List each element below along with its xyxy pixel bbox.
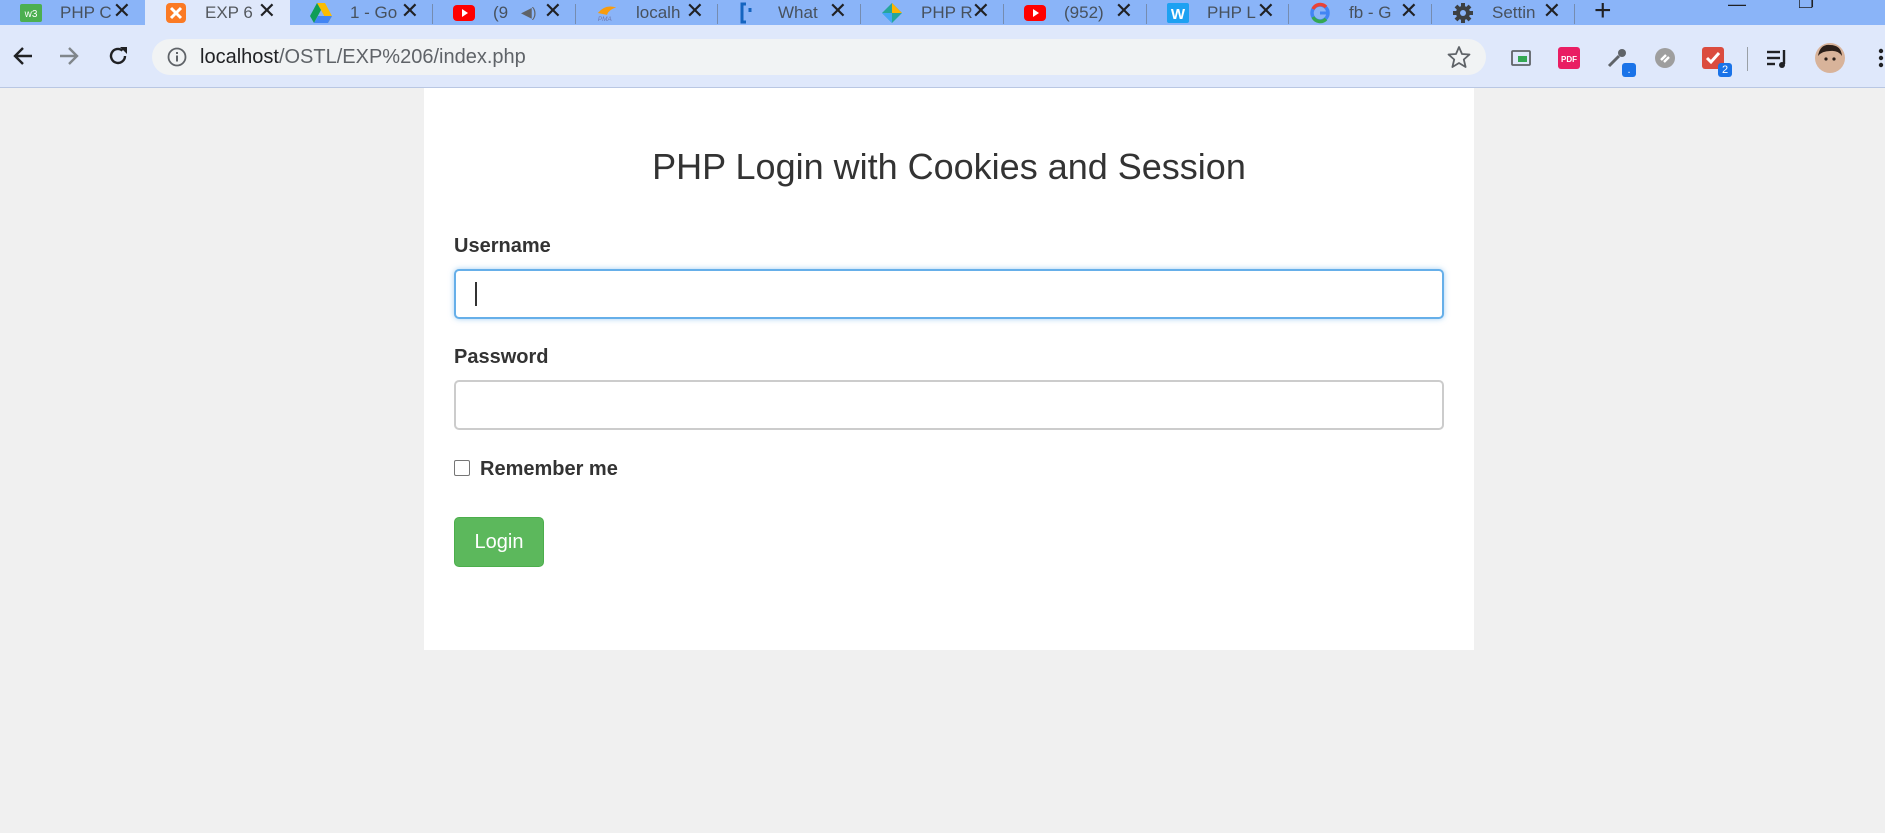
tab-title: fb - G xyxy=(1349,2,1392,22)
close-icon[interactable]: ✕ xyxy=(113,0,131,24)
tab-title: PHP C xyxy=(60,2,112,22)
close-icon[interactable]: ✕ xyxy=(258,0,276,24)
browser-toolbar: localhost/OSTL/EXP%206/index.php PDF . 2 xyxy=(0,25,1885,88)
speaker-icon[interactable]: ◀) xyxy=(521,4,536,21)
playlist-icon[interactable] xyxy=(1764,45,1790,71)
svg-text:w3: w3 xyxy=(24,9,38,20)
close-icon[interactable]: ✕ xyxy=(1400,0,1418,24)
password-input[interactable] xyxy=(454,380,1444,430)
toolbar-separator xyxy=(1747,47,1748,71)
menu-dots-icon[interactable] xyxy=(1868,45,1885,71)
page-title: PHP Login with Cookies and Session xyxy=(652,146,1246,187)
password-label: Password xyxy=(454,346,549,368)
reload-icon[interactable] xyxy=(103,41,133,71)
close-icon[interactable]: ✕ xyxy=(1115,0,1133,24)
username-label: Username xyxy=(454,235,551,257)
new-tab-plus-icon[interactable]: + xyxy=(1594,0,1612,25)
extension-badge: . xyxy=(1622,63,1636,77)
youtube-icon xyxy=(1024,2,1046,24)
tab-youtube-2[interactable]: (952) ✕ xyxy=(1004,0,1147,25)
text-caret xyxy=(475,282,477,306)
close-icon[interactable]: ✕ xyxy=(401,0,419,24)
remember-me-row[interactable]: Remember me xyxy=(454,458,618,481)
xampp-icon xyxy=(165,2,187,24)
tab-title: (9 xyxy=(493,2,509,22)
close-icon[interactable]: ✕ xyxy=(1257,0,1275,24)
tab-youtube-1[interactable]: (9 ◀) ✕ xyxy=(433,0,576,25)
restore-icon[interactable]: ❐ xyxy=(1798,0,1814,13)
tab-title: (952) xyxy=(1064,2,1104,22)
eyedropper-icon[interactable]: . xyxy=(1604,45,1636,77)
wordpress-icon: W xyxy=(1167,2,1189,24)
todoist-icon[interactable]: 2 xyxy=(1700,45,1732,77)
tab-phpmyadmin[interactable]: PMA localh ✕ xyxy=(576,0,718,25)
tab-what[interactable]: What ✕ xyxy=(718,0,861,25)
username-input[interactable] xyxy=(454,269,1444,319)
back-icon[interactable] xyxy=(8,41,38,71)
close-icon[interactable]: ✕ xyxy=(544,0,562,24)
clipper-icon[interactable] xyxy=(1652,45,1678,71)
tab-google-drive[interactable]: 1 - Go ✕ xyxy=(290,0,433,25)
close-icon[interactable]: ✕ xyxy=(686,0,704,24)
tab-title: localh xyxy=(636,2,681,22)
remember-me-label[interactable]: Remember me xyxy=(480,458,618,481)
tab-strip: w3 PHP C ✕ EXP 6 ✕ 1 - Go ✕ (9 ◀) ✕ PMA … xyxy=(0,0,1885,25)
google-icon xyxy=(1309,2,1331,24)
login-panel: PHP Login with Cookies and Session Usern… xyxy=(424,88,1474,650)
forward-icon[interactable] xyxy=(54,41,84,71)
bracket-icon xyxy=(738,2,760,24)
tab-title: Settin xyxy=(1492,2,1536,22)
tab-title: PHP L xyxy=(1207,2,1256,22)
close-icon[interactable]: ✕ xyxy=(829,0,847,24)
url-text[interactable]: localhost/OSTL/EXP%206/index.php xyxy=(200,46,526,69)
close-icon[interactable]: ✕ xyxy=(1543,0,1561,24)
minimize-icon[interactable]: — xyxy=(1728,0,1746,15)
tab-php-r[interactable]: PHP R ✕ xyxy=(861,0,1004,25)
remember-me-checkbox[interactable] xyxy=(454,459,470,476)
avatar-icon[interactable] xyxy=(1813,41,1847,75)
tab-separator xyxy=(1574,4,1575,24)
gear-icon xyxy=(1452,2,1474,24)
pdf-icon[interactable]: PDF xyxy=(1556,45,1582,71)
address-bar[interactable]: localhost/OSTL/EXP%206/index.php xyxy=(152,39,1486,75)
url-host: localhost xyxy=(200,45,279,68)
login-button[interactable]: Login xyxy=(454,517,544,567)
info-icon[interactable] xyxy=(166,46,188,68)
phpmyadmin-icon: PMA xyxy=(596,2,618,24)
tab-google-search[interactable]: fb - G ✕ xyxy=(1289,0,1432,25)
tab-title: What xyxy=(778,2,818,22)
youtube-icon xyxy=(453,2,475,24)
svg-text:PMA: PMA xyxy=(598,16,612,23)
tab-title: PHP R xyxy=(921,2,973,22)
url-path: /OSTL/EXP%206/index.php xyxy=(278,45,526,68)
tab-title: EXP 6 xyxy=(205,2,253,22)
svg-text:W: W xyxy=(1171,6,1186,23)
bookmark-star-icon[interactable] xyxy=(1446,44,1472,70)
tab-php-c[interactable]: w3 PHP C ✕ xyxy=(0,0,145,25)
kite-icon xyxy=(881,2,903,24)
tab-settings[interactable]: Settin ✕ xyxy=(1432,0,1575,25)
tab-php-l[interactable]: W PHP L ✕ xyxy=(1147,0,1289,25)
svg-text:PDF: PDF xyxy=(1561,55,1577,64)
close-icon[interactable]: ✕ xyxy=(972,0,990,24)
tab-exp-6[interactable]: EXP 6 ✕ xyxy=(145,0,290,25)
cast-icon[interactable] xyxy=(1508,45,1534,71)
w3schools-icon: w3 xyxy=(20,2,42,24)
extension-badge: 2 xyxy=(1718,63,1732,77)
tab-title: 1 - Go xyxy=(350,2,398,22)
google-drive-icon xyxy=(310,2,332,24)
